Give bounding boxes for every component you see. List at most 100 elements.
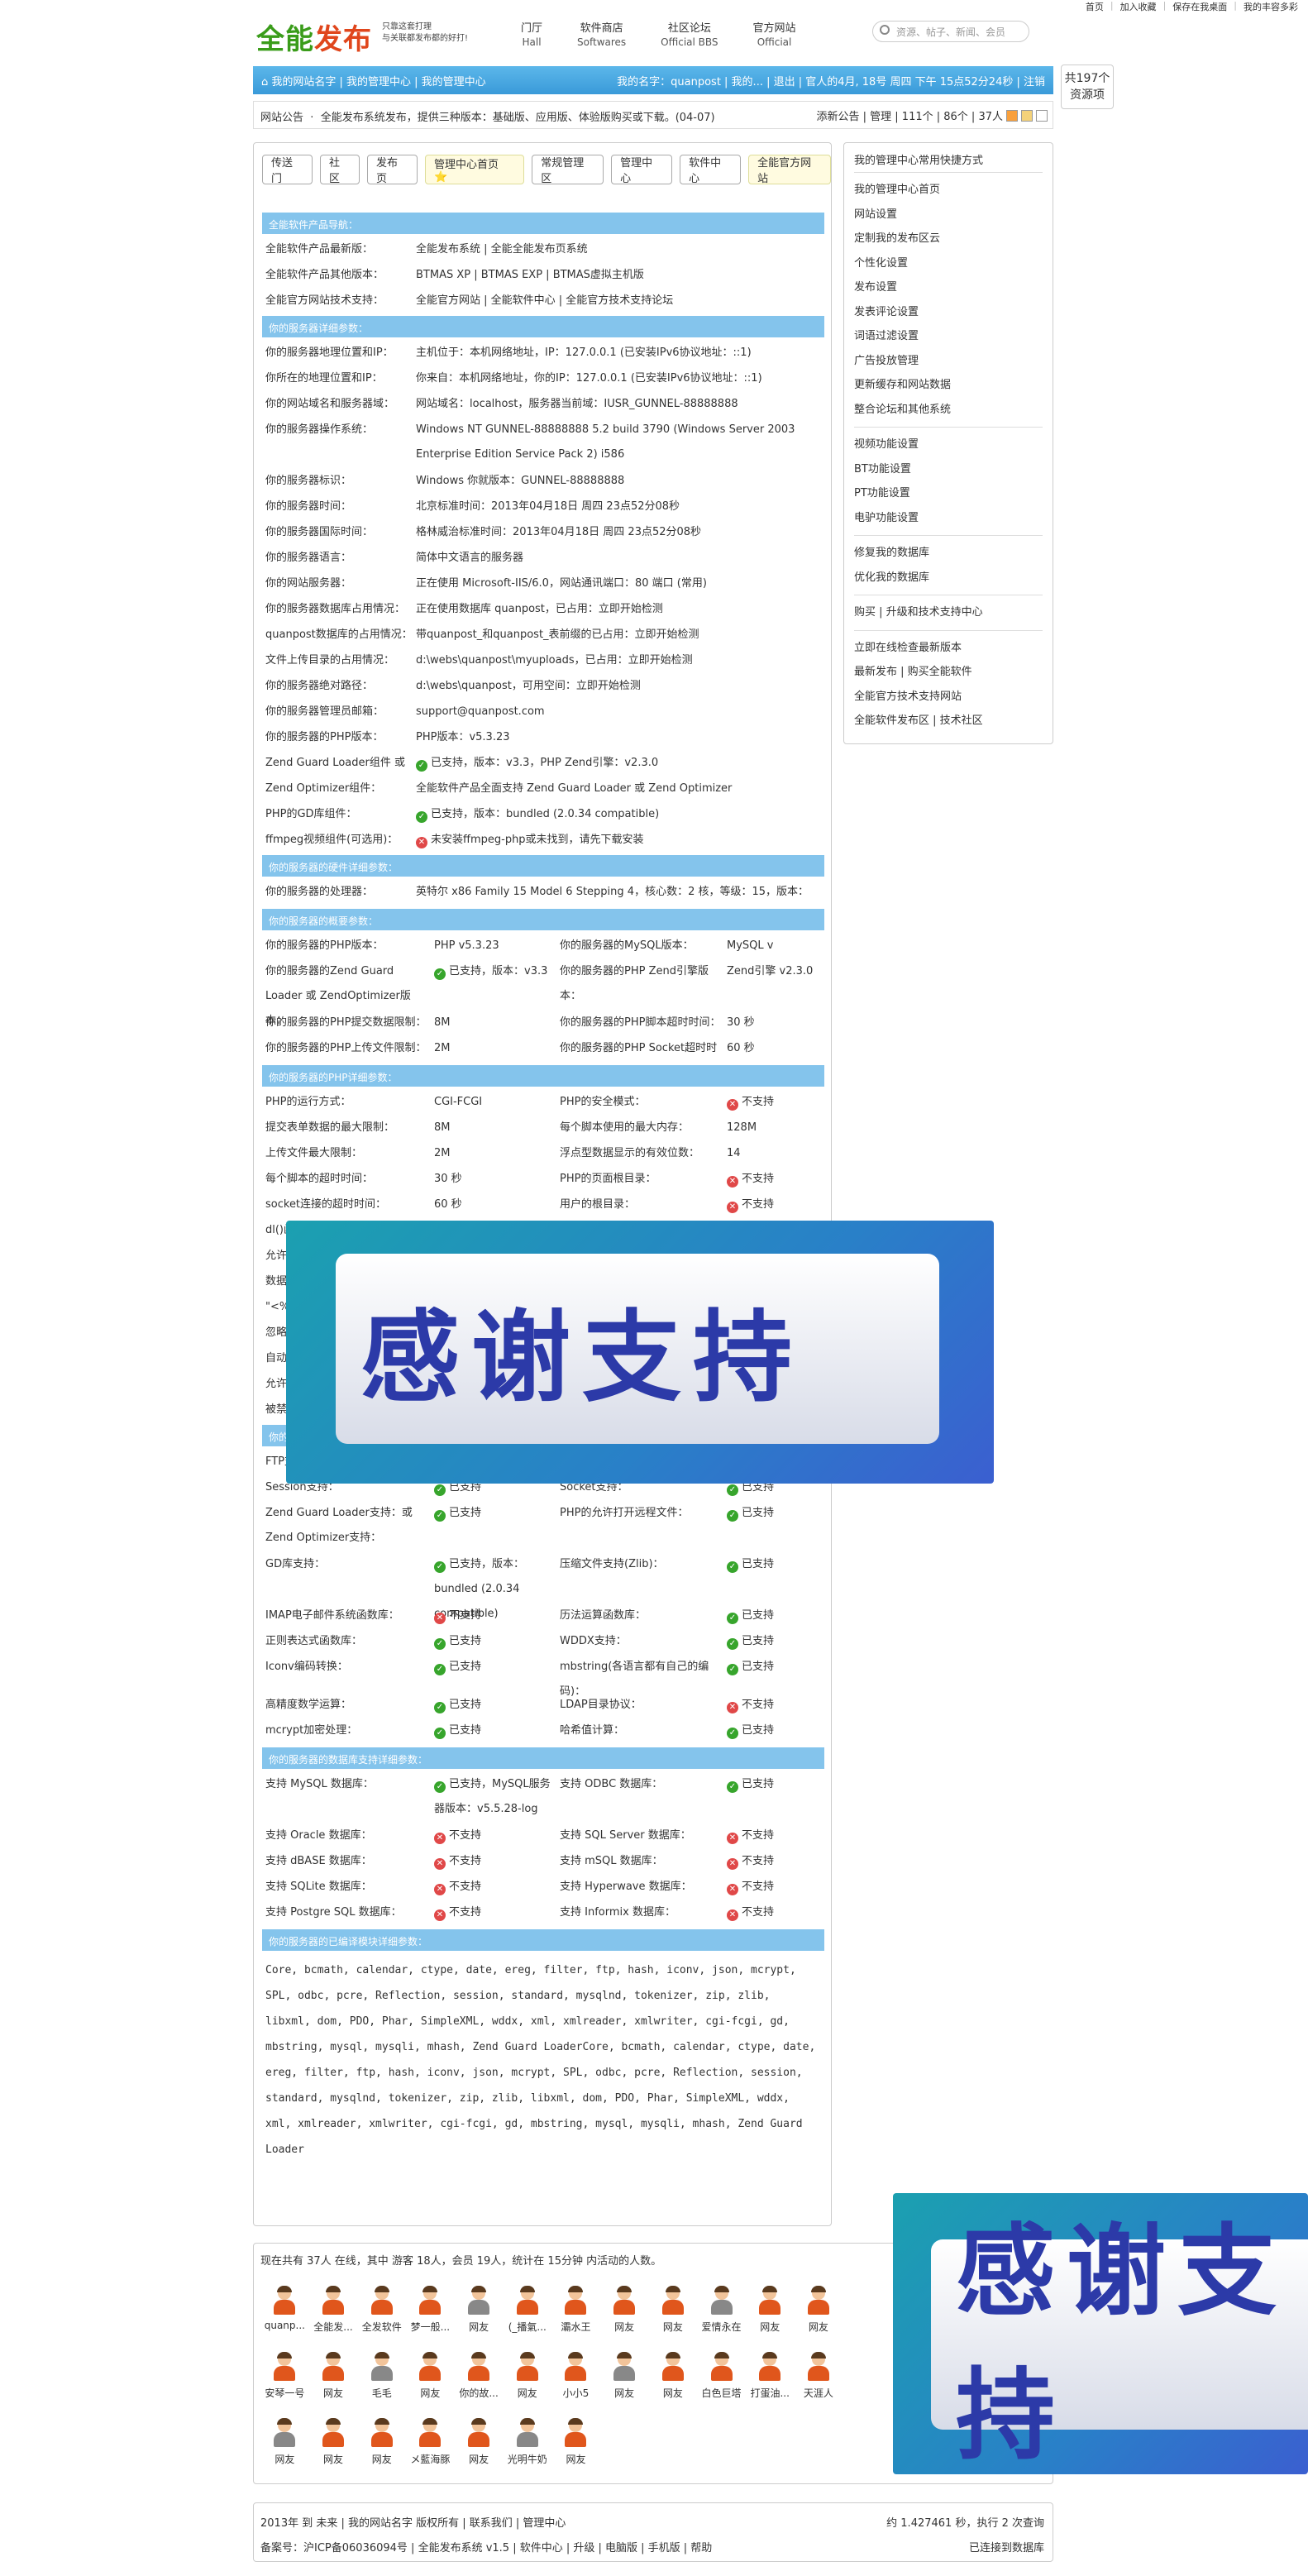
top-link[interactable]: 加入收藏 (1120, 0, 1157, 13)
sidebar-link[interactable]: 最新发布 | 购买全能软件 (854, 660, 1043, 685)
top-link[interactable]: 首页 (1086, 0, 1104, 13)
info-value: 正在使用 Microsoft-IIS/6.0，网站通讯端口：80 端口 (常用) (416, 571, 824, 596)
sidebar-link[interactable]: 个性化设置 (854, 251, 1043, 276)
sidebar-section-title[interactable]: 购买 | 升级和技术支持中心 (854, 600, 1043, 625)
online-user[interactable]: 网友 (649, 2352, 698, 2419)
thanks-banner-corner-text: 感谢支持 (931, 2215, 1308, 2473)
avatar-hair (374, 2286, 389, 2292)
online-user[interactable]: 网友 (600, 2286, 649, 2353)
sidebar-link[interactable]: 我的管理中心首页 (854, 178, 1043, 203)
sidebar-link[interactable]: 更新缓存和网站数据 (854, 373, 1043, 398)
online-user[interactable]: 小小5 (551, 2352, 600, 2419)
online-user[interactable]: 网友 (746, 2286, 795, 2353)
shortcut-tab[interactable]: 管理中心首页 ⭐ (424, 155, 525, 184)
shortcut-tab[interactable]: 全能官方网站 (748, 155, 832, 185)
online-user[interactable]: メ藍海豚 (406, 2418, 455, 2485)
sidebar-link[interactable]: 整合论坛和其他系统 (854, 398, 1043, 423)
shortcut-tab[interactable]: 发布页 (366, 155, 418, 185)
online-user[interactable]: 全能发... (309, 2286, 358, 2353)
footer: 2013年 到 未来 | 我的网站名字 版权所有 | 联系我们 | 管理中心 备… (253, 2502, 1053, 2562)
sidebar-link[interactable]: 全能软件发布区 | 技术社区 (854, 709, 1043, 734)
rss-icon[interactable] (1006, 109, 1018, 122)
resource-count[interactable]: 共197个 资源项 (1061, 65, 1114, 109)
sidebar-link[interactable]: BT功能设置 (854, 457, 1043, 482)
online-user[interactable]: 全发软件 (357, 2286, 406, 2353)
sidebar-link[interactable]: 发布设置 (854, 275, 1043, 300)
shortcut-tab[interactable]: 社区 (319, 155, 360, 185)
sidebar-link[interactable]: 优化我的数据库 (854, 566, 1043, 590)
online-user[interactable]: 网友 (357, 2418, 406, 2485)
info-key: 你的服务器数据库占用情况： (265, 603, 406, 615)
sidebar-link[interactable]: 电驴功能设置 (854, 506, 1043, 531)
online-user[interactable]: 网友 (551, 2418, 600, 2485)
calendar-icon[interactable] (1021, 109, 1033, 122)
sidebar-link[interactable]: 全能官方技术支持网站 (854, 685, 1043, 710)
sidebar-link[interactable]: 定制我的发布区云 (854, 227, 1043, 251)
online-user[interactable]: 白色巨塔 (697, 2352, 746, 2419)
online-user[interactable]: 梦一般... (406, 2286, 455, 2353)
online-user[interactable]: 网友 (455, 2418, 504, 2485)
online-user[interactable]: 天涯人 (795, 2352, 843, 2419)
sidebar-link[interactable]: PT功能设置 (854, 481, 1043, 506)
online-user[interactable]: 毛毛 (357, 2352, 406, 2419)
thanks-banner-corner[interactable]: 感谢支持 (893, 2193, 1308, 2474)
info-value: ✕不支持 (434, 1900, 554, 1925)
shortcut-tab[interactable]: 软件中心 (680, 155, 742, 185)
online-user[interactable]: 网友 (795, 2286, 843, 2353)
site-logo[interactable]: 全能发布 (256, 17, 372, 57)
top-link[interactable]: 我的丰容多彩 (1244, 0, 1298, 13)
user-bar-links[interactable]: 我的网站名字 | 我的管理中心 | 我的管理中心 (271, 76, 485, 88)
section-header: 你的服务器的数据库支持详细参数： (262, 1747, 824, 1769)
user-bar-status[interactable]: 我的名字：quanpost | 我的... | 退出 | 官人的4月, 18号 … (617, 73, 1045, 88)
sidebar-link[interactable]: 立即在线检查最新版本 (854, 636, 1043, 661)
sidebar-link[interactable]: 发表评论设置 (854, 300, 1043, 325)
info-key: 你的服务器的PHP提交数据限制： (265, 1016, 427, 1029)
notice-text[interactable]: 全能发布系统发布，提供三种版本：基础版、应用版、体验版购买或下载。(04-07) (321, 112, 715, 124)
online-user[interactable]: 网友 (649, 2286, 698, 2353)
notice-stats[interactable]: 添新公告 | 管理 | 111个 | 86个 | 37人 (817, 108, 1003, 123)
online-user[interactable]: 网友 (406, 2352, 455, 2419)
shortcut-tab[interactable]: 常规管理区 (532, 155, 604, 185)
online-user[interactable]: 网友 (455, 2286, 504, 2353)
page-icon[interactable] (1036, 109, 1048, 122)
avatar-body (807, 2366, 829, 2381)
online-user[interactable]: 打蛋油... (746, 2352, 795, 2419)
check-icon: ✓ (434, 1638, 446, 1650)
info-value: ✕不支持 (434, 1823, 554, 1848)
nav-item[interactable]: 门厅 Hall (521, 22, 542, 50)
online-user[interactable]: (_播氣... (503, 2286, 551, 2353)
thanks-banner[interactable]: 感谢支持 (286, 1221, 994, 1484)
online-user[interactable]: 网友 (260, 2418, 309, 2485)
online-user[interactable]: 网友 (503, 2352, 551, 2419)
nav-item[interactable]: 软件商店 Softwares (577, 22, 626, 50)
info-value: ✕不支持 (434, 1603, 554, 1628)
online-user[interactable]: 爱情永在 (697, 2286, 746, 2353)
nav-item-cn: 软件商店 (580, 22, 623, 35)
sidebar-link[interactable]: 视频功能设置 (854, 433, 1043, 457)
resource-count-total: 共197个 (1064, 72, 1110, 85)
sidebar-link[interactable]: 广告投放管理 (854, 349, 1043, 374)
online-user[interactable]: 网友 (309, 2352, 358, 2419)
footer-right: 约 1.427461 秒，执行 2 次查询 已连接到数据库 (886, 2511, 1044, 2561)
shortcut-tab[interactable]: 传送门 (262, 155, 313, 185)
online-user-name: 爱情永在 (701, 2321, 742, 2333)
sidebar-link[interactable]: 词语过滤设置 (854, 324, 1043, 349)
avatar-body (613, 2300, 636, 2315)
online-user[interactable]: 光明牛奶 (503, 2418, 551, 2485)
sidebar-link[interactable]: 网站设置 (854, 203, 1043, 227)
online-user[interactable]: 网友 (309, 2418, 358, 2485)
online-user[interactable]: 你的故... (455, 2352, 504, 2419)
online-user[interactable]: 安琴一号 (260, 2352, 309, 2419)
nav-item[interactable]: 社区论坛 Official BBS (661, 22, 718, 50)
search-input[interactable]: 资源、帖子、新闻、会员 (872, 21, 1029, 42)
online-user[interactable]: 灞水王 (551, 2286, 600, 2353)
avatar-icon (806, 2286, 831, 2315)
online-user[interactable]: 网友 (600, 2352, 649, 2419)
online-user[interactable]: quanp... (260, 2286, 309, 2353)
status-value: ✓ 已支持，版本：v3.3，PHP Zend引擎：v2.3.0 (416, 757, 658, 772)
sidebar-link[interactable]: 修复我的数据库 (854, 541, 1043, 566)
top-link[interactable]: 保存在我桌面 (1172, 0, 1227, 13)
shortcut-tab[interactable]: 管理中心 (611, 155, 673, 185)
nav-item[interactable]: 官方网站 Official (753, 22, 796, 50)
status-value: ✕不支持 (434, 1609, 481, 1624)
